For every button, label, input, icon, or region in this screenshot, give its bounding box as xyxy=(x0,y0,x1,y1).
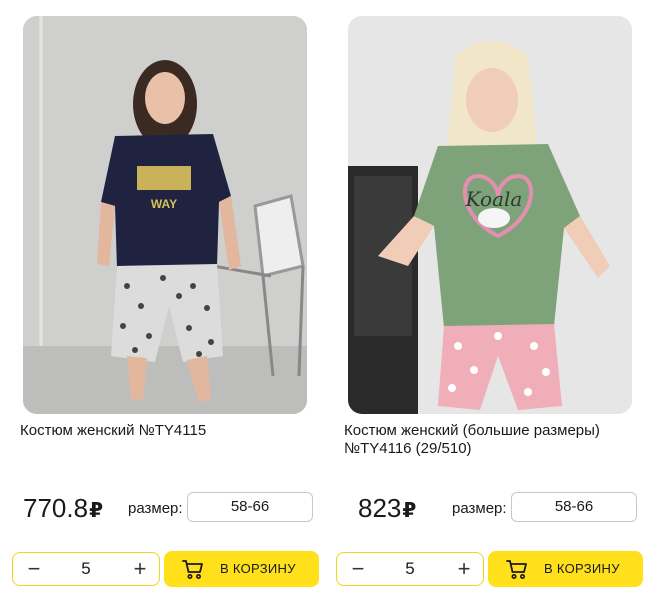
size-label: размер: xyxy=(128,500,183,517)
quantity-value[interactable]: 5 xyxy=(377,553,443,585)
product-photo[interactable]: Koala xyxy=(348,16,632,414)
product-price: 823₽ xyxy=(358,492,416,527)
shirt-print-text: Koala xyxy=(465,187,523,211)
shirt-print-text: WAY xyxy=(151,197,177,211)
add-to-cart-label: В КОРЗИНУ xyxy=(544,561,620,576)
product-title[interactable]: Костюм женский №TY4115 xyxy=(20,422,320,440)
cart-icon xyxy=(182,560,203,579)
product-photo[interactable]: WAY xyxy=(23,16,307,414)
quantity-value[interactable]: 5 xyxy=(53,553,119,585)
add-to-cart-button[interactable]: В КОРЗИНУ xyxy=(164,551,319,587)
ruble-currency: ₽ xyxy=(89,500,103,522)
increase-quantity-button[interactable]: + xyxy=(449,553,479,585)
add-to-cart-label: В КОРЗИНУ xyxy=(220,561,296,576)
size-label: размер: xyxy=(452,500,507,517)
add-to-cart-button[interactable]: В КОРЗИНУ xyxy=(488,551,643,587)
quantity-stepper: − 5 + xyxy=(336,552,484,586)
size-field[interactable]: 58-66 xyxy=(187,492,313,522)
product-card: Koala Костюм женский (большие размеры) №… xyxy=(336,0,646,608)
decrease-quantity-button[interactable]: − xyxy=(19,553,49,585)
decrease-quantity-button[interactable]: − xyxy=(343,553,373,585)
product-price: 770.8₽ xyxy=(23,492,103,527)
quantity-stepper: − 5 + xyxy=(12,552,160,586)
ruble-currency: ₽ xyxy=(402,500,417,522)
price-value: 770.8 xyxy=(23,493,89,523)
size-field[interactable]: 58-66 xyxy=(511,492,637,522)
product-card: WAY Костюм женский №TY4115 770.8₽ размер… xyxy=(12,0,322,608)
cart-icon xyxy=(506,560,527,579)
increase-quantity-button[interactable]: + xyxy=(125,553,155,585)
product-title[interactable]: Костюм женский (большие размеры) №TY4116… xyxy=(344,422,644,458)
price-value: 823 xyxy=(358,493,402,523)
